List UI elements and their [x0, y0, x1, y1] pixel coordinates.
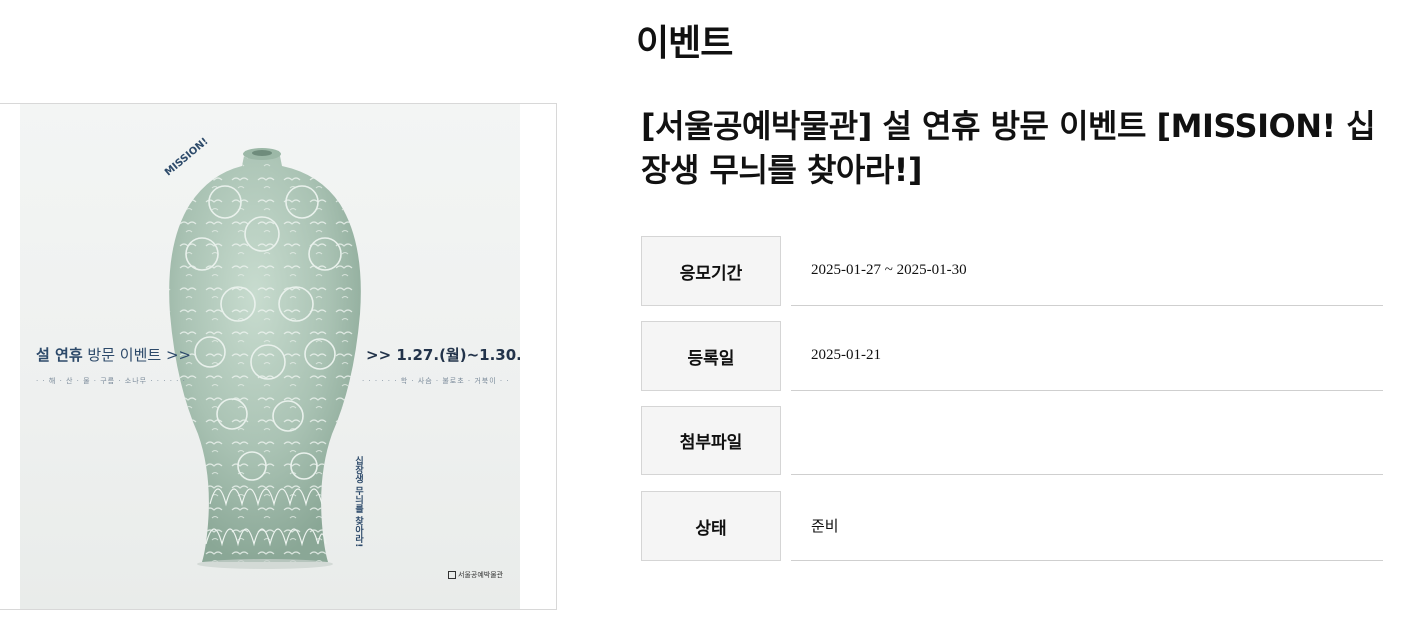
info-label-registered: 등록일	[641, 321, 781, 391]
info-row-attachment: 첨부파일	[641, 406, 1383, 476]
info-row-status: 상태 준비	[641, 491, 1383, 561]
info-label-status: 상태	[641, 491, 781, 561]
poster-event-name-bold: 설 연휴	[36, 346, 83, 364]
poster-logo-text: 서울공예박물관	[458, 571, 504, 579]
info-value-attachment	[791, 406, 1383, 475]
info-label-attachment: 첨부파일	[641, 406, 781, 475]
info-row-period: 응모기간 2025-01-27 ~ 2025-01-30	[641, 236, 1383, 306]
info-value-status: 준비	[791, 491, 1383, 561]
event-info-table: 응모기간 2025-01-27 ~ 2025-01-30 등록일 2025-01…	[641, 236, 1383, 576]
event-poster-image[interactable]: MISSION! 설 연휴 방문 이벤트 >> · · 해 · 산 · 물 · …	[20, 104, 520, 609]
info-label-period: 응모기간	[641, 236, 781, 306]
event-poster-frame: MISSION! 설 연휴 방문 이벤트 >> · · 해 · 산 · 물 · …	[0, 103, 557, 610]
section-title: 이벤트	[636, 23, 733, 64]
poster-museum-logo: 서울공예박물관	[448, 570, 503, 580]
poster-event-name: 설 연휴 방문 이벤트 >>	[36, 344, 191, 365]
poster-event-name-rest: 방문 이벤트 >>	[87, 346, 192, 364]
museum-logo-icon	[448, 571, 456, 579]
poster-vertical-text: 십장생 무늬를 찾아라!	[353, 456, 363, 548]
poster-left-subtext: · · 해 · 산 · 물 · 구름 · 소나무 · · · · · ·	[36, 377, 186, 385]
info-value-registered: 2025-01-21	[791, 321, 1383, 391]
info-value-period: 2025-01-27 ~ 2025-01-30	[791, 236, 1383, 306]
poster-right-subtext: · · · · · · 학 · 사슴 · 불로초 · 거북이 · ·	[362, 377, 510, 385]
poster-event-dates: >> 1.27.(월)~1.30.(목)	[366, 346, 520, 364]
event-title: [서울공예박물관] 설 연휴 방문 이벤트 [MISSION! 십장생 무늬를 …	[641, 107, 1376, 189]
info-row-registered: 등록일 2025-01-21	[641, 321, 1383, 391]
